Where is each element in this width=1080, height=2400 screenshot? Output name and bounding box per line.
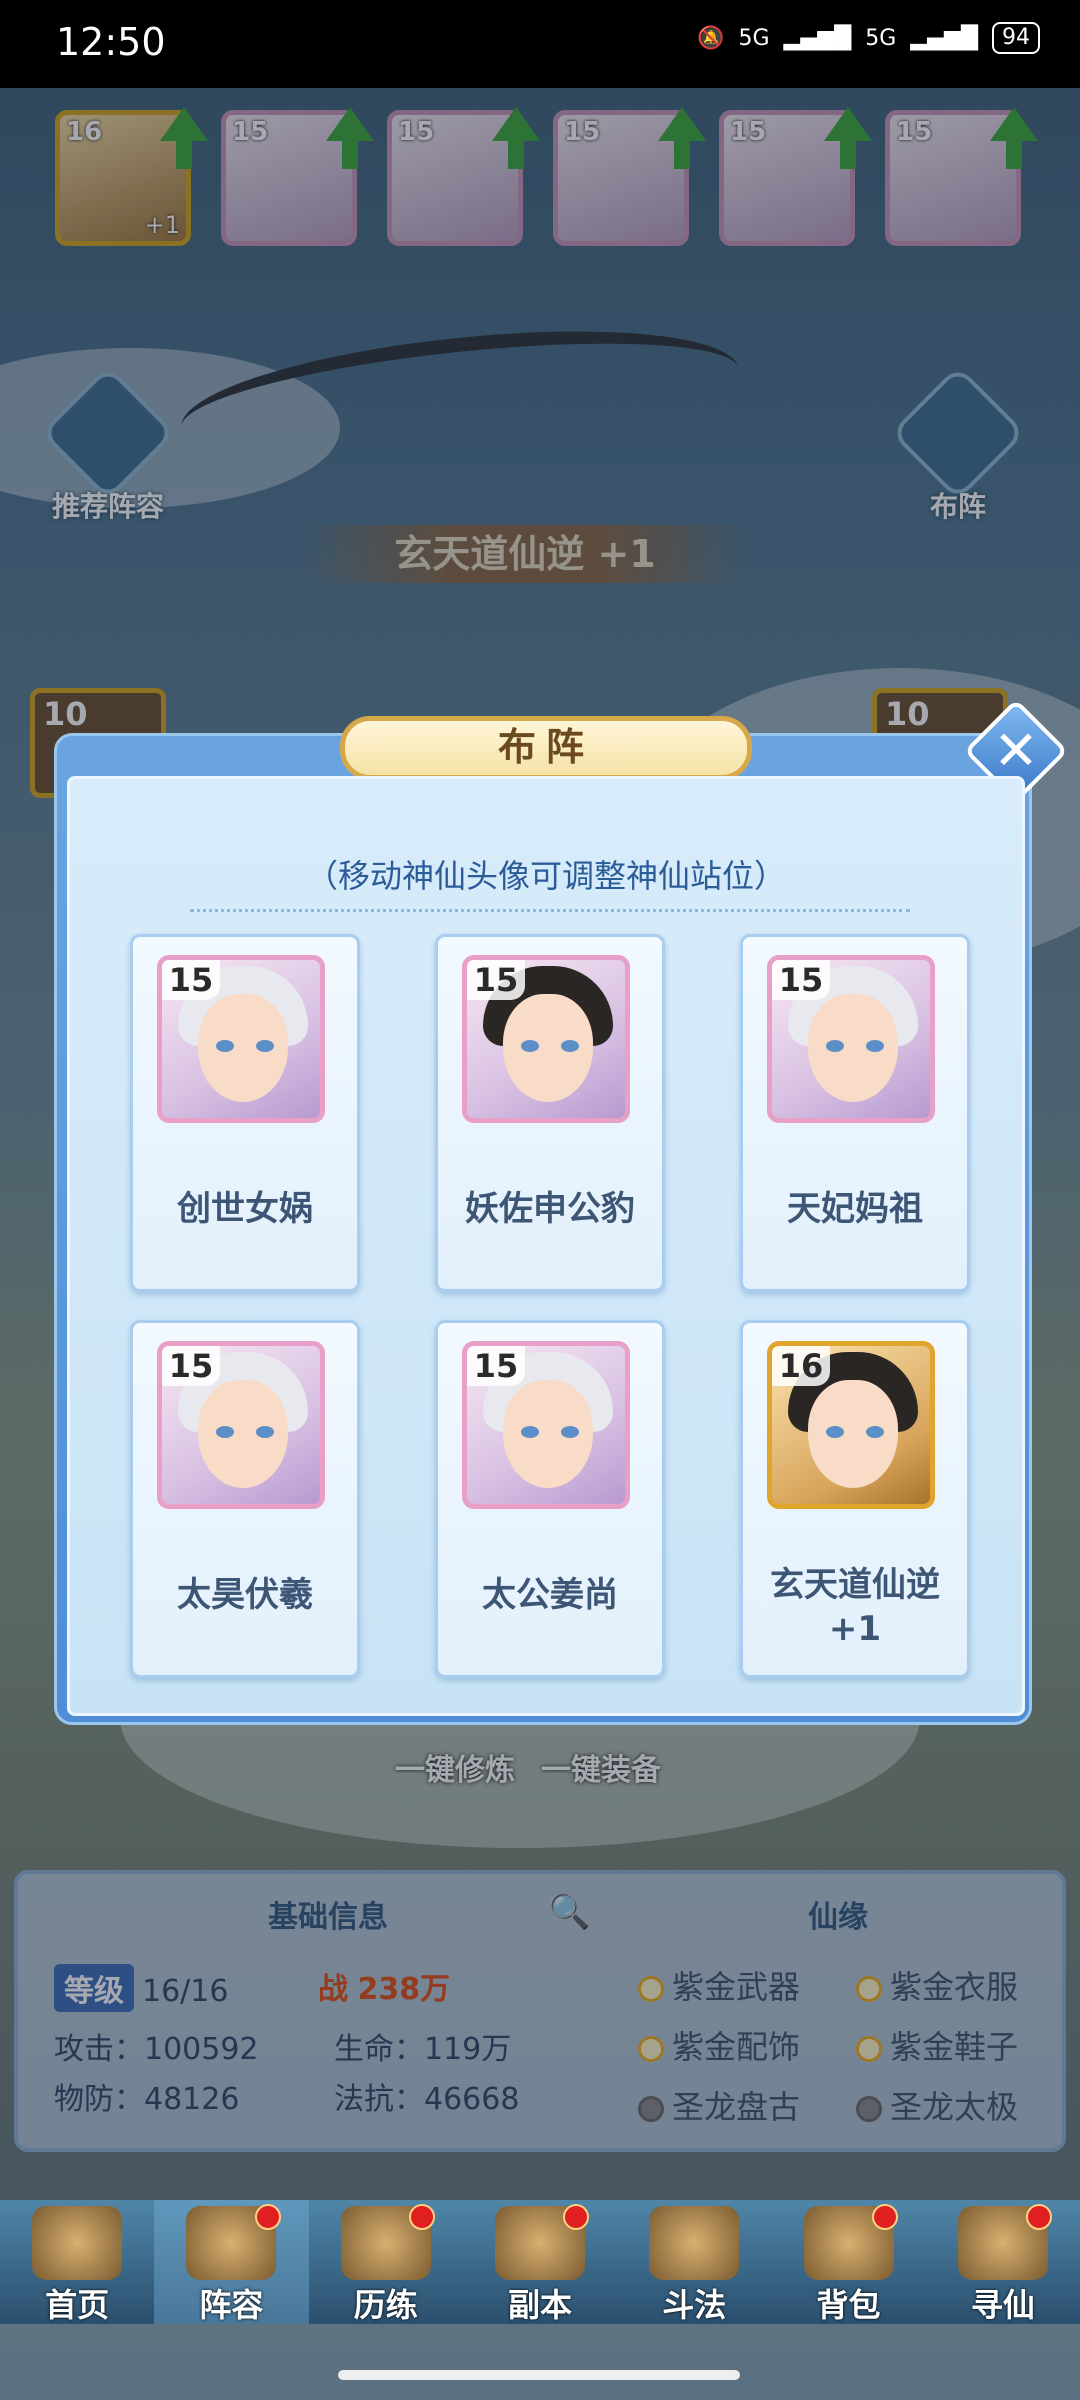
nav-label: 寻仙: [970, 2286, 1035, 2324]
hero-name: 玄天道仙逆 +1: [770, 1565, 940, 1649]
eye-shape: [216, 1040, 234, 1052]
hero-portrait[interactable]: 15: [462, 955, 630, 1123]
notification-badge: [1025, 2204, 1052, 2230]
hero-level: 15: [467, 1346, 525, 1386]
eye-shape: [561, 1040, 579, 1052]
nav-item[interactable]: 斗法: [617, 2200, 771, 2324]
face-shape: [808, 994, 898, 1102]
status-time: 12:50: [56, 20, 166, 64]
face-shape: [503, 1380, 593, 1488]
notification-badge: [563, 2204, 590, 2230]
hero-portrait[interactable]: 15: [767, 955, 935, 1123]
nav-item[interactable]: 寻仙: [926, 2200, 1080, 2324]
hero-name: 妖佐申公豹: [465, 1189, 635, 1229]
mute-icon: 🔕: [697, 25, 725, 51]
battery-indicator: 94: [992, 22, 1040, 54]
status-icons: 🔕 5G ▂▄▆█ 5G ▂▄▆█ 94: [697, 22, 1040, 54]
eye-shape: [866, 1426, 884, 1438]
nav-item[interactable]: 副本: [463, 2200, 617, 2324]
eye-shape: [216, 1426, 234, 1438]
formation-slot[interactable]: 15 创世女娲: [130, 934, 360, 1292]
hero-portrait[interactable]: 15: [462, 1341, 630, 1509]
hero-portrait[interactable]: 16: [767, 1341, 935, 1509]
formation-slot[interactable]: 15 天妃妈祖: [740, 934, 970, 1292]
close-icon: ✕: [993, 719, 1039, 782]
hero-name: 创世女娲: [177, 1189, 313, 1229]
hero-portrait[interactable]: 15: [157, 955, 325, 1123]
nav-label: 背包: [816, 2286, 881, 2324]
hero-name: 太昊伏羲: [177, 1575, 313, 1615]
face-shape: [503, 994, 593, 1102]
hero-portrait[interactable]: 15: [157, 1341, 325, 1509]
dialog-hint: （移动神仙头像可调整神仙站位）: [305, 857, 786, 895]
notification-badge: [408, 2204, 435, 2230]
network-label: 5G: [738, 25, 770, 51]
nav-item[interactable]: 阵容: [154, 2200, 309, 2324]
notification-badge: [871, 2204, 898, 2230]
nav-item[interactable]: 历练: [309, 2200, 463, 2324]
network2-label: 5G: [865, 25, 897, 51]
eye-shape: [866, 1040, 884, 1052]
eye-shape: [521, 1426, 539, 1438]
formation-slot[interactable]: 16 玄天道仙逆 +1: [740, 1320, 970, 1678]
hero-level: 15: [162, 960, 220, 1000]
eye-shape: [826, 1040, 844, 1052]
nav-label: 阵容: [199, 2286, 264, 2324]
signal-icon: ▂▄▆█: [783, 25, 852, 51]
formation-slot[interactable]: 15 妖佐申公豹: [435, 934, 665, 1292]
face-shape: [198, 994, 288, 1102]
formation-grid: 15 创世女娲 15 妖佐申公豹 15 天妃妈祖 15 太昊伏羲 15 太公姜尚 16 玄天道仙逆 +…: [130, 934, 970, 1678]
formation-slot[interactable]: 15 太公姜尚: [435, 1320, 665, 1678]
nav-label: 副本: [507, 2286, 572, 2324]
divider: [190, 909, 910, 912]
status-bar: 12:50 🔕 5G ▂▄▆█ 5G ▂▄▆█ 94: [0, 0, 1080, 88]
eye-shape: [521, 1040, 539, 1052]
hero-name: 天妃妈祖: [787, 1189, 923, 1229]
notification-badge: [254, 2204, 281, 2230]
hero-level: 15: [772, 960, 830, 1000]
face-shape: [808, 1380, 898, 1488]
face-shape: [198, 1380, 288, 1488]
dialog-body: （移动神仙头像可调整神仙站位） 15 创世女娲 15 妖佐申公豹 15 天妃妈祖 15 太昊伏…: [67, 776, 1025, 1716]
nav-label: 历练: [353, 2286, 418, 2324]
bottom-nav: 首页 阵容 历练 副本 斗法 背包 寻仙: [0, 2200, 1080, 2324]
nav-item[interactable]: 背包: [771, 2200, 925, 2324]
eye-shape: [256, 1040, 274, 1052]
signal2-icon: ▂▄▆█: [910, 25, 978, 51]
nav-item[interactable]: 首页: [0, 2200, 154, 2324]
hero-level: 16: [772, 1346, 830, 1386]
hero-level: 15: [162, 1346, 220, 1386]
nav-icon: [32, 2206, 123, 2280]
eye-shape: [826, 1426, 844, 1438]
formation-dialog: 布阵 ✕ （移动神仙头像可调整神仙站位） 15 创世女娲 15 妖佐申公豹 15 天妃妈祖…: [54, 698, 1069, 1725]
dialog-title: 布阵: [340, 716, 752, 780]
hero-name: 太公姜尚: [482, 1575, 618, 1615]
eye-shape: [256, 1426, 274, 1438]
formation-slot[interactable]: 15 太昊伏羲: [130, 1320, 360, 1678]
hero-level: 15: [467, 960, 525, 1000]
nav-label: 斗法: [662, 2286, 727, 2324]
nav-icon: [649, 2206, 740, 2280]
nav-label: 首页: [45, 2286, 110, 2324]
eye-shape: [561, 1426, 579, 1438]
home-indicator[interactable]: [338, 2370, 740, 2380]
